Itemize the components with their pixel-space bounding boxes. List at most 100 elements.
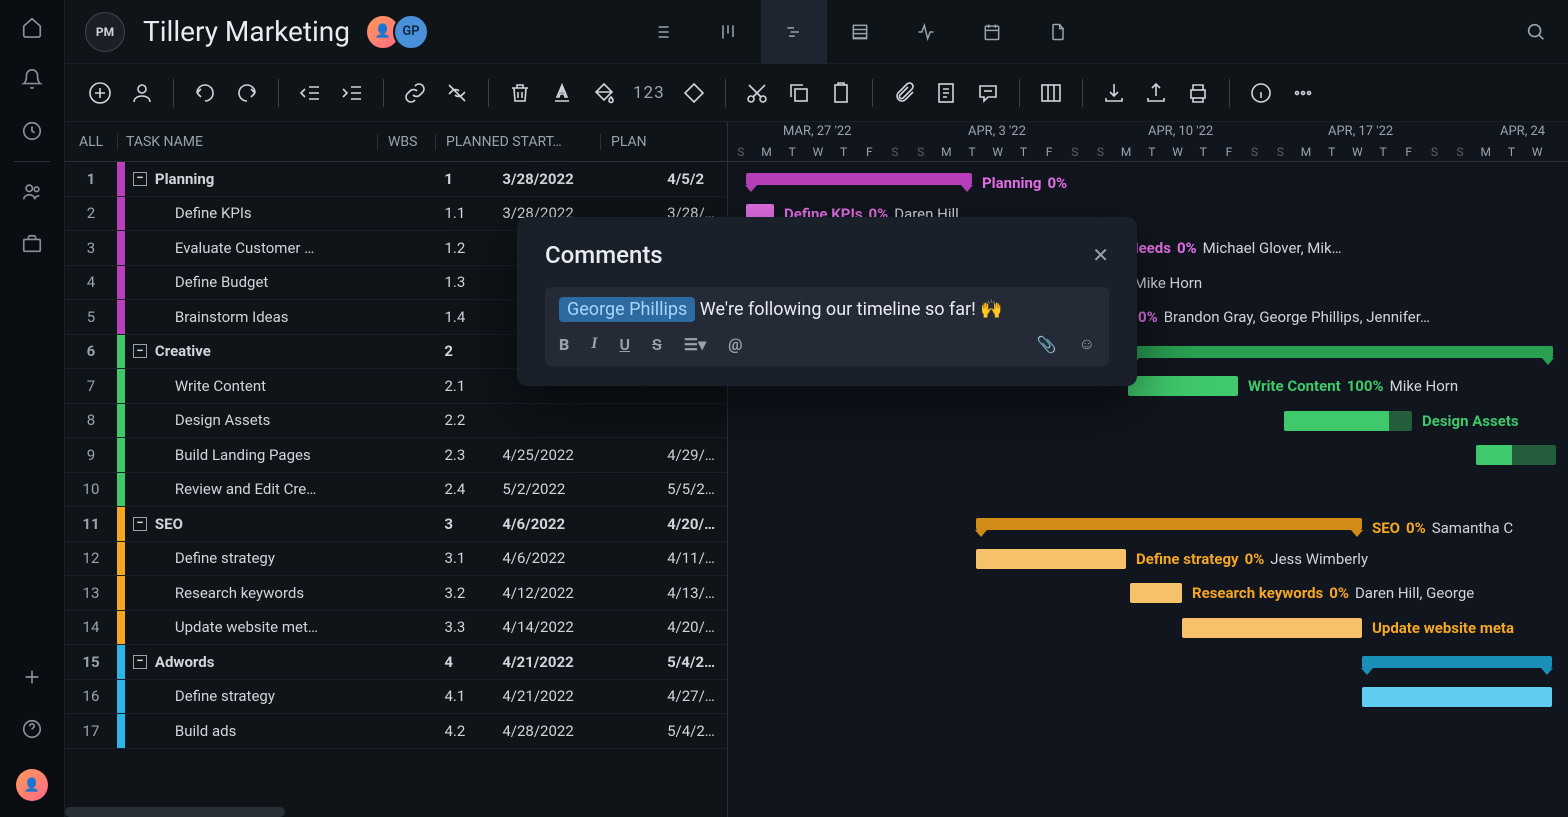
gantt-bar[interactable] bbox=[1362, 687, 1552, 707]
gantt-bar[interactable]: SEO0%Samantha C bbox=[976, 518, 1362, 530]
comment-input[interactable]: George Phillips We're following our time… bbox=[545, 287, 1109, 366]
number-format[interactable]: 123 bbox=[633, 83, 665, 103]
mention-icon[interactable]: @ bbox=[728, 335, 742, 354]
bar-label: Planning0% bbox=[982, 173, 1067, 193]
table-row[interactable]: 11 −SEO 3 4/6/2022 4/20/… bbox=[65, 507, 727, 542]
view-board-icon[interactable] bbox=[695, 0, 761, 64]
table-row[interactable]: 8 Design Assets 2.2 bbox=[65, 404, 727, 439]
fill-color-icon[interactable] bbox=[591, 80, 617, 106]
view-tabs bbox=[629, 0, 1091, 64]
collapse-icon[interactable]: − bbox=[133, 344, 147, 358]
help-icon[interactable] bbox=[20, 717, 44, 741]
gantt-row[interactable] bbox=[728, 438, 1568, 473]
more-icon[interactable] bbox=[1290, 80, 1316, 106]
table-row[interactable]: 14 Update website met… 3.3 4/14/2022 4/2… bbox=[65, 611, 727, 646]
table-row[interactable]: 17 Build ads 4.2 4/28/2022 5/4/2… bbox=[65, 714, 727, 749]
paste-icon[interactable] bbox=[828, 80, 854, 106]
unlink-icon[interactable] bbox=[444, 80, 470, 106]
bar-label: Needs0%Michael Glover, Mik… bbox=[1128, 238, 1342, 258]
gantt-bar[interactable]: Design Assets bbox=[1284, 411, 1412, 431]
info-icon[interactable] bbox=[1248, 80, 1274, 106]
gantt-row[interactable]: Update website meta bbox=[728, 611, 1568, 646]
gantt-bar[interactable] bbox=[1476, 445, 1556, 465]
mention-tag[interactable]: George Phillips bbox=[559, 297, 695, 322]
milestone-icon[interactable] bbox=[681, 80, 707, 106]
import-icon[interactable] bbox=[1101, 80, 1127, 106]
table-row[interactable]: 15 −Adwords 4 4/21/2022 5/4/2… bbox=[65, 645, 727, 680]
view-gantt-icon[interactable] bbox=[761, 0, 827, 64]
home-icon[interactable] bbox=[20, 15, 44, 39]
gantt-bar[interactable]: Update website meta bbox=[1182, 618, 1362, 638]
outdent-icon[interactable] bbox=[297, 80, 323, 106]
gantt-row[interactable]: Define strategy0%Jess Wimberly bbox=[728, 542, 1568, 577]
briefcase-icon[interactable] bbox=[20, 232, 44, 256]
gantt-row[interactable]: Design Assets bbox=[728, 404, 1568, 439]
collapse-icon[interactable]: − bbox=[133, 655, 147, 669]
col-name[interactable]: TASK NAME bbox=[117, 134, 377, 150]
gantt-bar[interactable] bbox=[1362, 656, 1552, 668]
search-icon[interactable] bbox=[1524, 20, 1548, 44]
view-list-icon[interactable] bbox=[629, 0, 695, 64]
italic-icon[interactable]: I bbox=[591, 335, 597, 353]
view-activity-icon[interactable] bbox=[893, 0, 959, 64]
collapse-icon[interactable]: − bbox=[133, 517, 147, 531]
app-logo[interactable]: PM bbox=[85, 12, 125, 52]
notes-icon[interactable] bbox=[933, 80, 959, 106]
link-icon[interactable] bbox=[402, 80, 428, 106]
attach-file-icon[interactable]: 📎 bbox=[1037, 335, 1057, 354]
view-calendar-icon[interactable] bbox=[959, 0, 1025, 64]
view-file-icon[interactable] bbox=[1025, 0, 1091, 64]
table-row[interactable]: 10 Review and Edit Cre… 2.4 5/2/2022 5/5… bbox=[65, 473, 727, 508]
gantt-bar[interactable]: Research keywords0%Daren Hill, George bbox=[1130, 583, 1182, 603]
table-row[interactable]: 16 Define strategy 4.1 4/21/2022 4/27/… bbox=[65, 680, 727, 715]
delete-icon[interactable] bbox=[507, 80, 533, 106]
print-icon[interactable] bbox=[1185, 80, 1211, 106]
gantt-row[interactable]: SEO0%Samantha C bbox=[728, 507, 1568, 542]
col-end[interactable]: PLAN bbox=[600, 134, 670, 150]
view-sheet-icon[interactable] bbox=[827, 0, 893, 64]
gantt-bar[interactable]: Define strategy0%Jess Wimberly bbox=[976, 549, 1126, 569]
export-icon[interactable] bbox=[1143, 80, 1169, 106]
table-row[interactable]: 1 −Planning 1 3/28/2022 4/5/2 bbox=[65, 162, 727, 197]
copy-icon[interactable] bbox=[786, 80, 812, 106]
gantt-row[interactable] bbox=[728, 680, 1568, 715]
col-start[interactable]: PLANNED START… bbox=[435, 134, 600, 150]
col-wbs[interactable]: WBS bbox=[377, 134, 435, 150]
col-all[interactable]: ALL bbox=[65, 134, 117, 150]
table-row[interactable]: 12 Define strategy 3.1 4/6/2022 4/11/… bbox=[65, 542, 727, 577]
assign-user-icon[interactable] bbox=[129, 80, 155, 106]
emoji-icon[interactable]: ☺ bbox=[1079, 334, 1095, 354]
cut-icon[interactable] bbox=[744, 80, 770, 106]
list-icon[interactable]: ☰▾ bbox=[684, 335, 706, 354]
table-row[interactable]: 9 Build Landing Pages 2.3 4/25/2022 4/29… bbox=[65, 438, 727, 473]
bell-icon[interactable] bbox=[20, 67, 44, 91]
project-members[interactable]: 👤 GP bbox=[373, 14, 429, 50]
underline-icon[interactable]: U bbox=[620, 335, 631, 354]
h-scrollbar[interactable] bbox=[65, 807, 285, 817]
text-color-icon[interactable] bbox=[549, 80, 575, 106]
gantt-row[interactable]: Research keywords0%Daren Hill, George bbox=[728, 576, 1568, 611]
gantt-bar[interactable]: Planning0% bbox=[746, 173, 972, 185]
comment-icon[interactable] bbox=[975, 80, 1001, 106]
add-icon[interactable] bbox=[20, 665, 44, 689]
team-icon[interactable] bbox=[20, 180, 44, 204]
clock-icon[interactable] bbox=[20, 119, 44, 143]
gantt-bar[interactable] bbox=[1128, 346, 1553, 358]
collapse-icon[interactable]: − bbox=[133, 172, 147, 186]
columns-icon[interactable] bbox=[1038, 80, 1064, 106]
gantt-row[interactable] bbox=[728, 714, 1568, 749]
table-row[interactable]: 13 Research keywords 3.2 4/12/2022 4/13/… bbox=[65, 576, 727, 611]
bold-icon[interactable]: B bbox=[559, 335, 569, 354]
gantt-row[interactable] bbox=[728, 473, 1568, 508]
gantt-row[interactable] bbox=[728, 645, 1568, 680]
gantt-row[interactable]: Planning0% bbox=[728, 162, 1568, 197]
close-icon[interactable]: ✕ bbox=[1092, 243, 1109, 267]
add-task-icon[interactable] bbox=[87, 80, 113, 106]
gantt-bar[interactable]: Write Content100%Mike Horn bbox=[1128, 376, 1238, 396]
strike-icon[interactable]: S bbox=[652, 335, 662, 354]
attach-icon[interactable] bbox=[891, 80, 917, 106]
undo-icon[interactable] bbox=[192, 80, 218, 106]
indent-icon[interactable] bbox=[339, 80, 365, 106]
user-avatar[interactable]: 👤 bbox=[16, 769, 48, 801]
redo-icon[interactable] bbox=[234, 80, 260, 106]
